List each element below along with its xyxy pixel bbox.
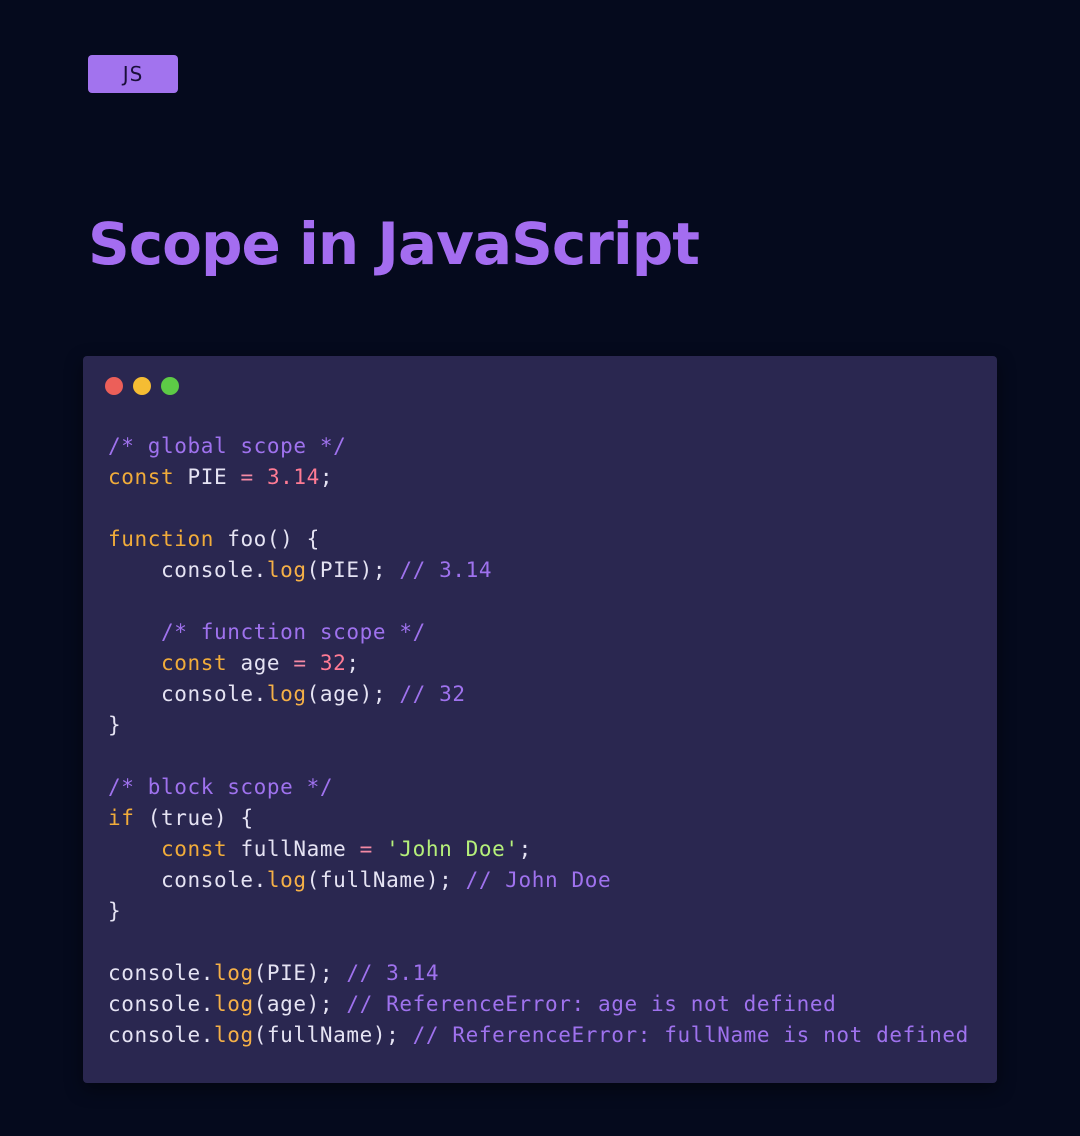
code-token-comment: // 3.14 bbox=[346, 961, 440, 985]
code-token-plain: console. bbox=[108, 682, 267, 706]
code-token-plain: foo() { bbox=[213, 527, 320, 551]
window-controls bbox=[105, 377, 179, 395]
code-token-method: log bbox=[213, 992, 254, 1016]
code-line: console.log(fullName); // ReferenceError… bbox=[108, 1020, 969, 1051]
code-line: const fullName = 'John Doe'; bbox=[108, 834, 969, 865]
code-token-method: log bbox=[266, 682, 307, 706]
code-line: function foo() { bbox=[108, 524, 969, 555]
code-token-plain: console. bbox=[108, 558, 267, 582]
code-line: /* block scope */ bbox=[108, 772, 969, 803]
code-token-comment: /* global scope */ bbox=[108, 434, 347, 458]
code-block: /* global scope */ const PIE = 3.14; funct… bbox=[108, 431, 969, 1051]
code-token-plain: ; bbox=[319, 465, 334, 489]
code-token-number: 32 bbox=[319, 651, 347, 675]
minimize-dot-icon bbox=[133, 377, 151, 395]
code-token-plain: } bbox=[108, 713, 122, 737]
code-token-comment: // ReferenceError: age is not defined bbox=[346, 992, 837, 1016]
code-token-number: 3.14 bbox=[266, 465, 320, 489]
code-token-plain: (age); bbox=[253, 992, 347, 1016]
code-token-comment: // ReferenceError: fullName is not defin… bbox=[412, 1023, 969, 1047]
code-line: console.log(PIE); // 3.14 bbox=[108, 555, 969, 586]
code-line: console.log(age); // ReferenceError: age… bbox=[108, 989, 969, 1020]
code-token-plain: (fullName); bbox=[306, 868, 466, 892]
close-dot-icon bbox=[105, 377, 123, 395]
code-token-comment: // 3.14 bbox=[399, 558, 493, 582]
code-line: console.log(fullName); // John Doe bbox=[108, 865, 969, 896]
code-token-op: = bbox=[359, 837, 373, 861]
code-token-keyword: if bbox=[108, 806, 135, 830]
code-line: /* global scope */ bbox=[108, 431, 969, 462]
code-token-method: log bbox=[213, 961, 254, 985]
code-token-plain: (PIE); bbox=[306, 558, 400, 582]
code-line: const age = 32; bbox=[108, 648, 969, 679]
code-token-comment: // John Doe bbox=[465, 868, 612, 892]
code-token-plain: (age); bbox=[306, 682, 400, 706]
code-token-string: 'John Doe' bbox=[386, 837, 519, 861]
code-token-method: log bbox=[266, 868, 307, 892]
code-token-comment: // 32 bbox=[399, 682, 466, 706]
code-token-plain: ; bbox=[518, 837, 532, 861]
code-line: /* function scope */ bbox=[108, 617, 969, 648]
code-token-method: log bbox=[213, 1023, 254, 1047]
code-token-keyword: const bbox=[160, 651, 228, 675]
code-token-plain: console. bbox=[108, 961, 214, 985]
code-line: } bbox=[108, 896, 969, 927]
code-token-comment: /* function scope */ bbox=[160, 620, 426, 644]
code-token-plain: (true) { bbox=[134, 806, 254, 830]
code-token-plain: console. bbox=[108, 868, 267, 892]
code-token-plain: fullName bbox=[227, 837, 360, 861]
code-token-plain: console. bbox=[108, 992, 214, 1016]
code-line: console.log(PIE); // 3.14 bbox=[108, 958, 969, 989]
code-token-plain: ; bbox=[346, 651, 360, 675]
code-window: /* global scope */ const PIE = 3.14; funct… bbox=[83, 356, 997, 1083]
code-token-plain: console. bbox=[108, 1023, 214, 1047]
code-line: const PIE = 3.14; bbox=[108, 462, 969, 493]
code-token-op: = bbox=[293, 651, 307, 675]
page-title: Scope in JavaScript bbox=[88, 210, 700, 278]
language-badge: JS bbox=[88, 55, 178, 93]
code-token-op: = bbox=[240, 465, 254, 489]
code-token-plain: (fullName); bbox=[253, 1023, 413, 1047]
code-token-keyword: function bbox=[108, 527, 214, 551]
code-token-plain: age bbox=[227, 651, 294, 675]
code-token-plain: (PIE); bbox=[253, 961, 347, 985]
code-line: if (true) { bbox=[108, 803, 969, 834]
code-token-method: log bbox=[266, 558, 307, 582]
code-line: } bbox=[108, 710, 969, 741]
code-token-plain: } bbox=[108, 899, 122, 923]
code-token-comment: /* block scope */ bbox=[108, 775, 334, 799]
code-line: console.log(age); // 32 bbox=[108, 679, 969, 710]
code-token-plain: PIE bbox=[174, 465, 241, 489]
code-token-keyword: const bbox=[160, 837, 228, 861]
code-token-keyword: const bbox=[108, 465, 175, 489]
maximize-dot-icon bbox=[161, 377, 179, 395]
